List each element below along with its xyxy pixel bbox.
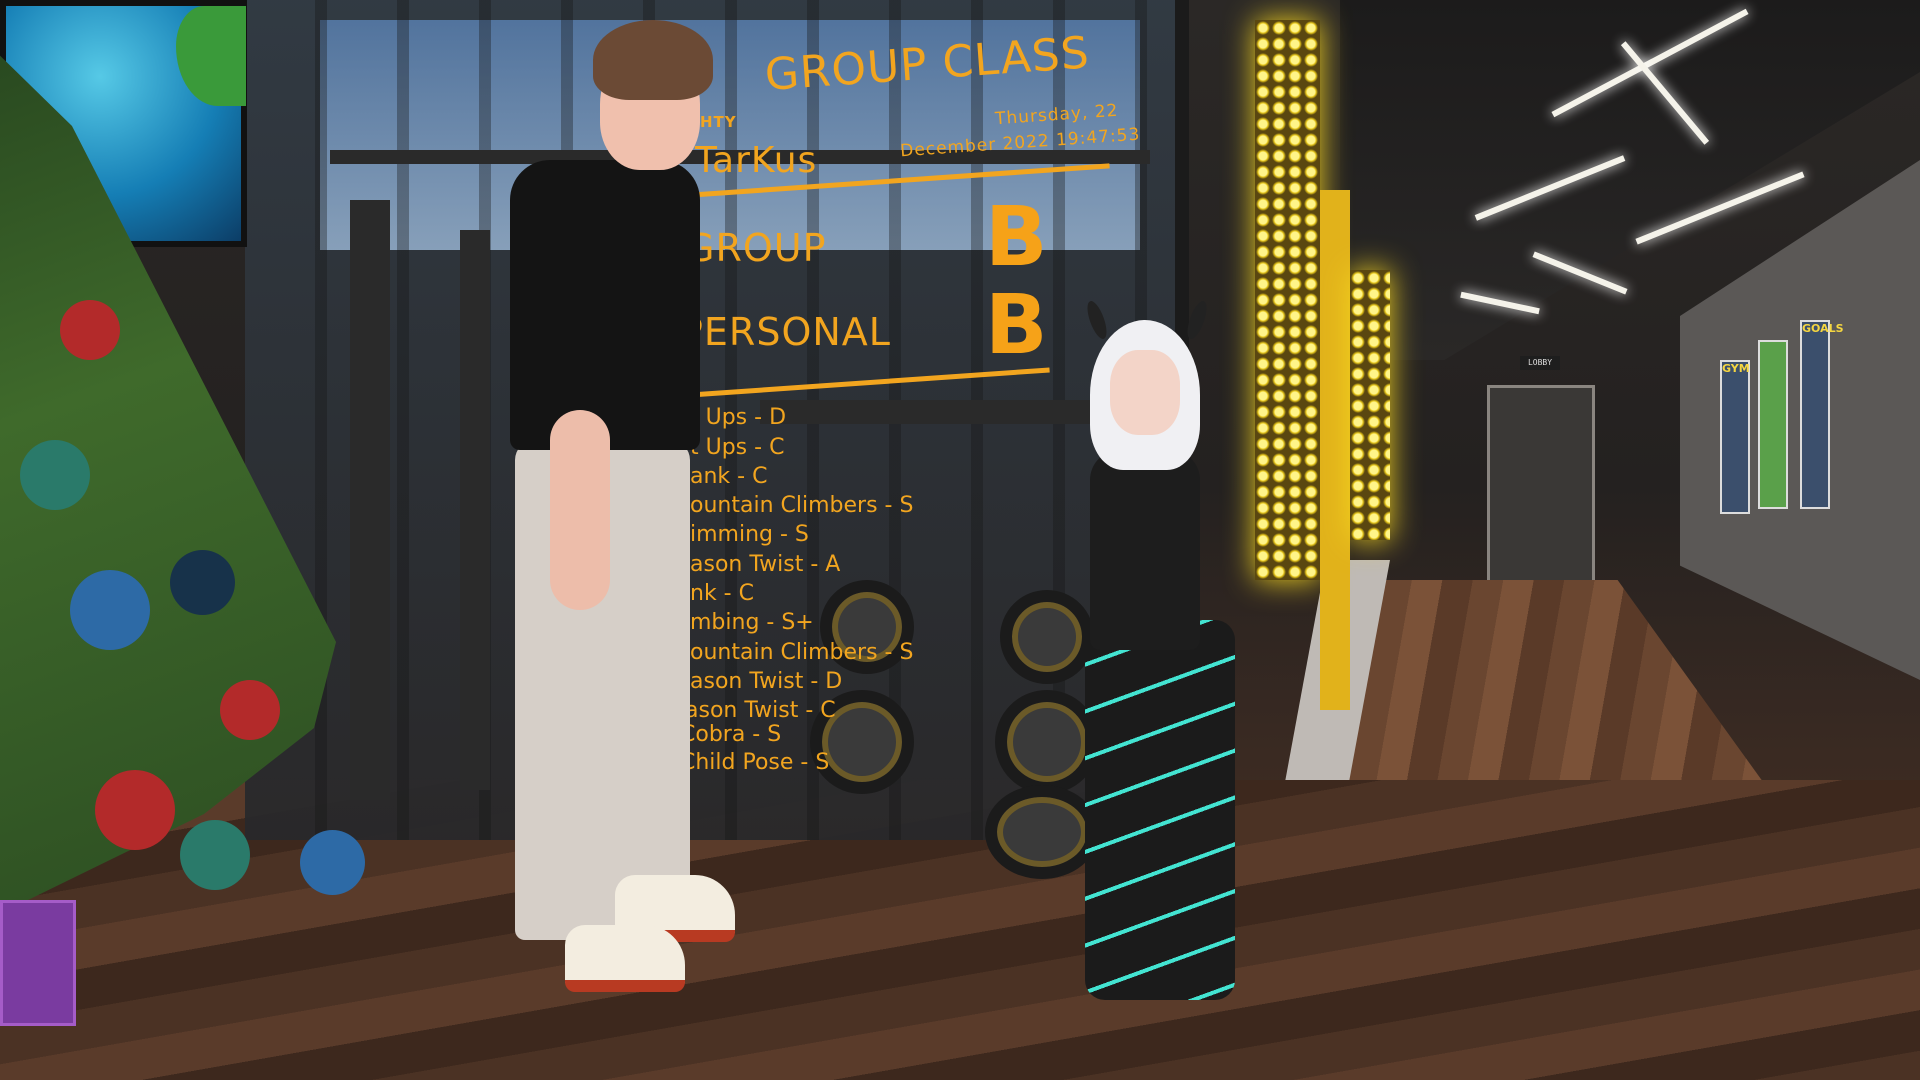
avatar-arm [550, 410, 610, 610]
avatar-shirt [510, 160, 700, 450]
male-avatar[interactable] [505, 20, 765, 992]
ornament [220, 680, 280, 740]
gift-box [0, 900, 76, 1026]
ornament [180, 820, 250, 890]
avatar-top [1090, 450, 1200, 650]
female-avatar[interactable] [1050, 290, 1250, 1010]
ornament [70, 570, 150, 650]
avatar-leggings [1085, 620, 1235, 1000]
sneaker [565, 925, 685, 992]
lobby-door[interactable] [1487, 385, 1595, 586]
yellow-pillar [1320, 190, 1350, 710]
personal-grade: B [985, 278, 1048, 373]
poster: GOALS [1800, 320, 1844, 509]
horn [1183, 298, 1211, 342]
truss-beam [460, 230, 490, 790]
poster [1758, 340, 1788, 509]
group-grade: B [985, 190, 1048, 285]
star-light-wall [1255, 20, 1320, 580]
truss-beam [350, 200, 390, 800]
lobby-sign: LOBBY [1520, 356, 1560, 370]
tv-island [176, 6, 246, 106]
ornament [170, 550, 235, 615]
horn [1083, 298, 1111, 342]
avatar-face [1110, 350, 1180, 435]
game-scene[interactable]: GYM GOALS LOBBY HTY GROUP CLASS Thursday… [0, 0, 1920, 1080]
avatar-hair [593, 20, 713, 100]
ornament [300, 830, 365, 895]
ornament [95, 770, 175, 850]
ornament [60, 300, 120, 360]
ornament [20, 440, 90, 510]
star-light-wall [1350, 270, 1390, 540]
poster: GYM [1720, 360, 1750, 514]
